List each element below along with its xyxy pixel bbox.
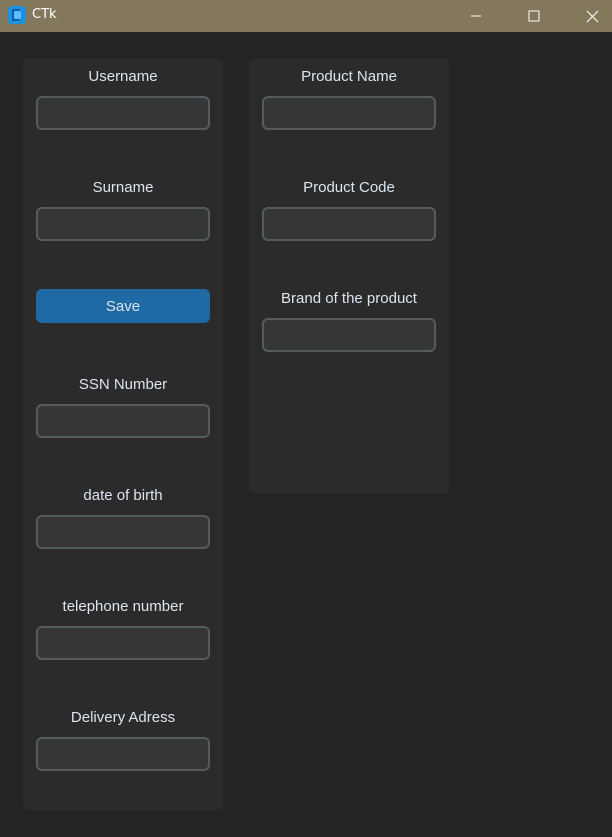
save-button[interactable]: Save <box>36 289 210 323</box>
product-code-label: Product Code <box>303 179 395 196</box>
close-icon <box>586 10 598 22</box>
telephone-input[interactable] <box>36 626 210 660</box>
ssn-input[interactable] <box>36 404 210 438</box>
product-frame: Product Name Product Code Brand of the p… <box>249 58 449 494</box>
telephone-label: telephone number <box>62 598 184 615</box>
maximize-button[interactable] <box>511 0 557 32</box>
ssn-label: SSN Number <box>78 376 168 393</box>
product-name-label: Product Name <box>301 68 397 85</box>
surname-input[interactable] <box>36 207 210 241</box>
title-bar: CTk <box>0 0 612 32</box>
product-code-input[interactable] <box>262 207 436 241</box>
minimize-icon <box>471 15 481 17</box>
brand-label: Brand of the product <box>281 290 417 307</box>
username-label: Username <box>88 68 158 85</box>
surname-label: Surname <box>92 179 154 196</box>
window-title: CTk <box>32 7 57 22</box>
username-input[interactable] <box>36 96 210 130</box>
brand-input[interactable] <box>262 318 436 352</box>
maximize-icon <box>528 10 540 22</box>
delivery-address-label: Delivery Adress <box>70 709 176 726</box>
minimize-button[interactable] <box>453 0 499 32</box>
dob-label: date of birth <box>83 487 163 504</box>
product-name-input[interactable] <box>262 96 436 130</box>
delivery-address-input[interactable] <box>36 737 210 771</box>
customer-frame: Username Surname Save SSN Number date of… <box>23 58 223 810</box>
ctk-app-icon <box>8 6 26 24</box>
close-button[interactable] <box>569 0 612 32</box>
dob-input[interactable] <box>36 515 210 549</box>
